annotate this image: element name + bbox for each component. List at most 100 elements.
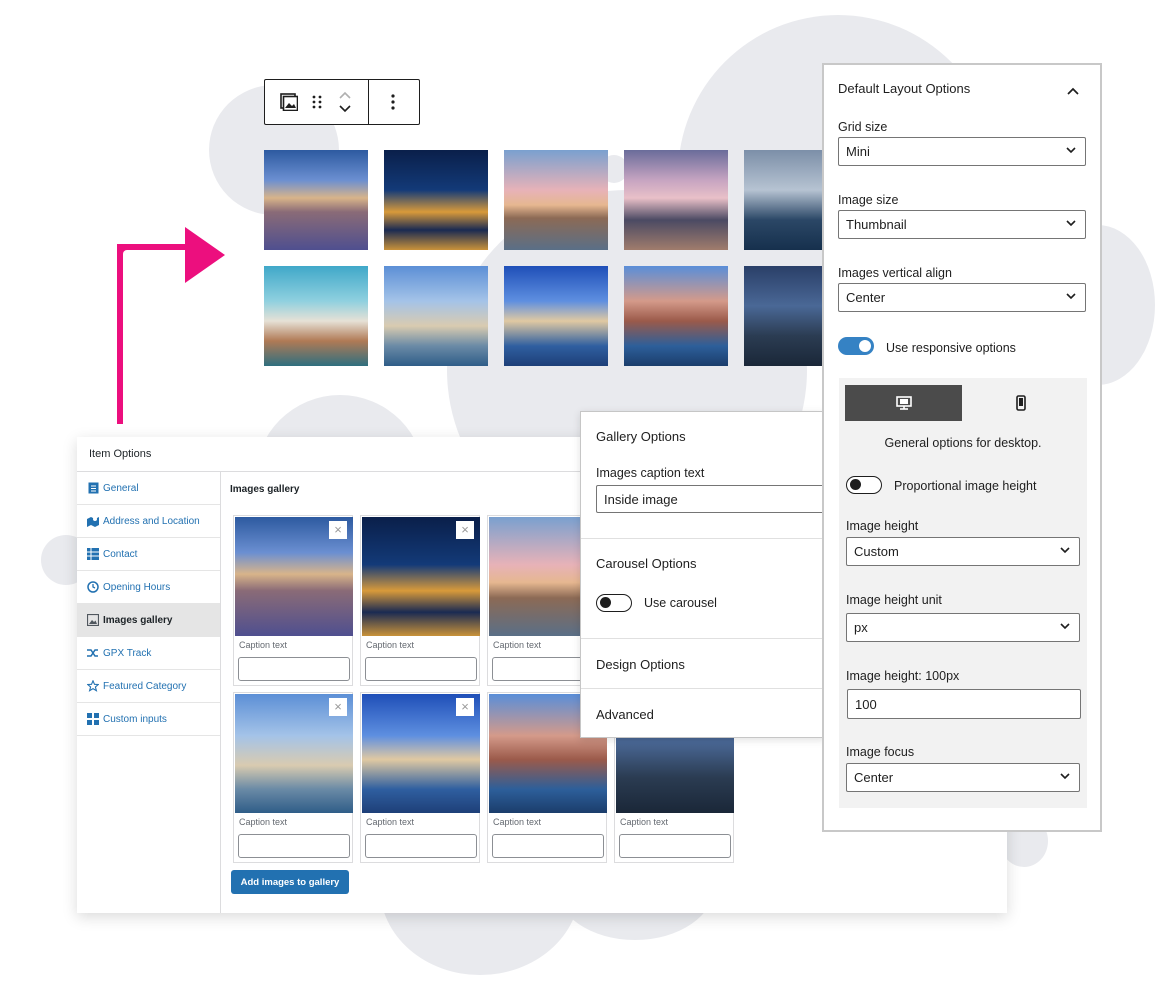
image-height-input[interactable]: 100 xyxy=(847,689,1081,719)
gallery-options-section: Gallery Options Images caption text Insi… xyxy=(581,412,825,539)
remove-image-button[interactable]: × xyxy=(329,698,347,716)
layout-options-panel: Default Layout Options Grid size Mini Im… xyxy=(822,63,1102,832)
mover-group xyxy=(338,88,352,116)
document-icon xyxy=(87,482,99,494)
caption-input[interactable] xyxy=(365,657,477,681)
gallery-item: × Caption text xyxy=(233,692,353,863)
image-height-unit-select[interactable]: px xyxy=(846,613,1080,642)
nav-item-opening-hours[interactable]: Opening Hours xyxy=(77,571,220,604)
nav-item-custom-inputs[interactable]: Custom inputs xyxy=(77,703,220,736)
remove-image-button[interactable]: × xyxy=(456,698,474,716)
nav-item-general[interactable]: General xyxy=(77,472,220,505)
nav-item-address[interactable]: Address and Location xyxy=(77,505,220,538)
add-images-button[interactable]: Add images to gallery xyxy=(231,870,349,894)
caption-input[interactable] xyxy=(238,657,350,681)
drag-handle-icon[interactable] xyxy=(309,91,325,113)
image-focus-label: Image focus xyxy=(846,745,915,759)
proportional-height-toggle[interactable] xyxy=(846,476,882,494)
image-focus-value: Center xyxy=(854,770,894,785)
toolbar-divider xyxy=(368,79,369,125)
move-up-icon[interactable] xyxy=(338,88,352,102)
vertical-align-select[interactable]: Center xyxy=(838,283,1086,312)
gallery-image[interactable] xyxy=(504,266,608,366)
gallery-image[interactable] xyxy=(264,150,368,250)
mobile-tab[interactable] xyxy=(962,385,1079,421)
gallery-image[interactable] xyxy=(264,266,368,366)
item-options-nav: General Address and Location Contact Ope… xyxy=(77,472,221,913)
more-options-icon[interactable] xyxy=(385,91,401,113)
gallery-options-panel: Gallery Options Images caption text Insi… xyxy=(580,411,826,738)
nav-item-featured-category[interactable]: Featured Category xyxy=(77,670,220,703)
proportional-height-label: Proportional image height xyxy=(894,479,1037,493)
gallery-image[interactable] xyxy=(384,150,488,250)
nav-label: Opening Hours xyxy=(103,581,171,593)
gallery-options-heading[interactable]: Gallery Options xyxy=(596,429,686,444)
desktop-icon xyxy=(895,396,912,410)
gallery-image[interactable] xyxy=(624,266,728,366)
caption-label: Caption text xyxy=(620,817,669,827)
nav-item-gpx-track[interactable]: GPX Track xyxy=(77,637,220,670)
caption-input[interactable] xyxy=(619,834,731,858)
grid-size-label: Grid size xyxy=(838,120,888,134)
section-title: Images gallery xyxy=(230,484,300,495)
gallery-image[interactable] xyxy=(624,150,728,250)
responsive-options-label: Use responsive options xyxy=(886,341,1016,355)
contact-table-icon xyxy=(87,548,99,560)
gallery-image[interactable] xyxy=(384,266,488,366)
mobile-icon xyxy=(1015,395,1026,411)
grid-size-value: Mini xyxy=(846,144,870,159)
map-icon xyxy=(87,515,99,527)
desktop-tab[interactable] xyxy=(845,385,962,421)
connector-arrow-corner xyxy=(117,244,131,258)
caption-text-label: Images caption text xyxy=(596,466,705,480)
use-carousel-label: Use carousel xyxy=(644,596,717,610)
use-carousel-toggle[interactable] xyxy=(596,594,632,612)
responsive-options-box: General options for desktop. Proportiona… xyxy=(839,378,1087,808)
caption-text-select[interactable]: Inside image xyxy=(596,485,825,513)
nav-label: Featured Category xyxy=(103,680,187,692)
caption-input[interactable] xyxy=(238,834,350,858)
carousel-options-heading[interactable]: Carousel Options xyxy=(596,556,696,571)
nav-label: General xyxy=(103,482,139,494)
nav-label: Address and Location xyxy=(103,515,200,527)
chevron-down-icon xyxy=(1066,293,1076,300)
design-options-section: Design Options xyxy=(581,639,825,689)
image-height-select[interactable]: Custom xyxy=(846,537,1080,566)
image-height-unit-value: px xyxy=(854,620,868,635)
remove-image-button[interactable]: × xyxy=(329,521,347,539)
advanced-heading[interactable]: Advanced xyxy=(596,707,654,722)
gallery-image[interactable] xyxy=(744,150,824,250)
layout-options-heading[interactable]: Default Layout Options xyxy=(838,81,970,96)
star-icon xyxy=(87,680,99,692)
nav-item-images-gallery[interactable]: Images gallery xyxy=(77,604,220,637)
caption-label: Caption text xyxy=(366,817,415,827)
collapse-chevron-icon[interactable] xyxy=(1067,82,1079,100)
chevron-down-icon xyxy=(1060,547,1070,554)
caption-label: Caption text xyxy=(366,640,415,650)
image-size-select[interactable]: Thumbnail xyxy=(838,210,1086,239)
gallery-image[interactable] xyxy=(504,150,608,250)
caption-label: Caption text xyxy=(493,640,542,650)
gallery-image[interactable] xyxy=(744,266,824,366)
move-down-icon[interactable] xyxy=(338,102,352,116)
caption-input[interactable] xyxy=(492,834,604,858)
nav-label: Images gallery xyxy=(103,614,173,626)
image-focus-select[interactable]: Center xyxy=(846,763,1080,792)
image-size-label: Image size xyxy=(838,193,899,207)
image-height-label: Image height xyxy=(846,519,919,533)
connector-arrow-line xyxy=(117,244,123,424)
design-options-heading[interactable]: Design Options xyxy=(596,657,685,672)
gallery-block-icon[interactable] xyxy=(278,91,300,113)
nav-label: Custom inputs xyxy=(103,713,167,725)
nav-item-contact[interactable]: Contact xyxy=(77,538,220,571)
chevron-down-icon xyxy=(1066,220,1076,227)
remove-image-button[interactable]: × xyxy=(456,521,474,539)
gallery-icon xyxy=(87,614,99,626)
advanced-section: Advanced xyxy=(581,689,825,737)
gallery-item: × Caption text xyxy=(360,692,480,863)
responsive-options-toggle[interactable] xyxy=(838,337,874,355)
grid-size-select[interactable]: Mini xyxy=(838,137,1086,166)
caption-input[interactable] xyxy=(365,834,477,858)
chevron-down-icon xyxy=(1060,773,1070,780)
caption-label: Caption text xyxy=(239,640,288,650)
